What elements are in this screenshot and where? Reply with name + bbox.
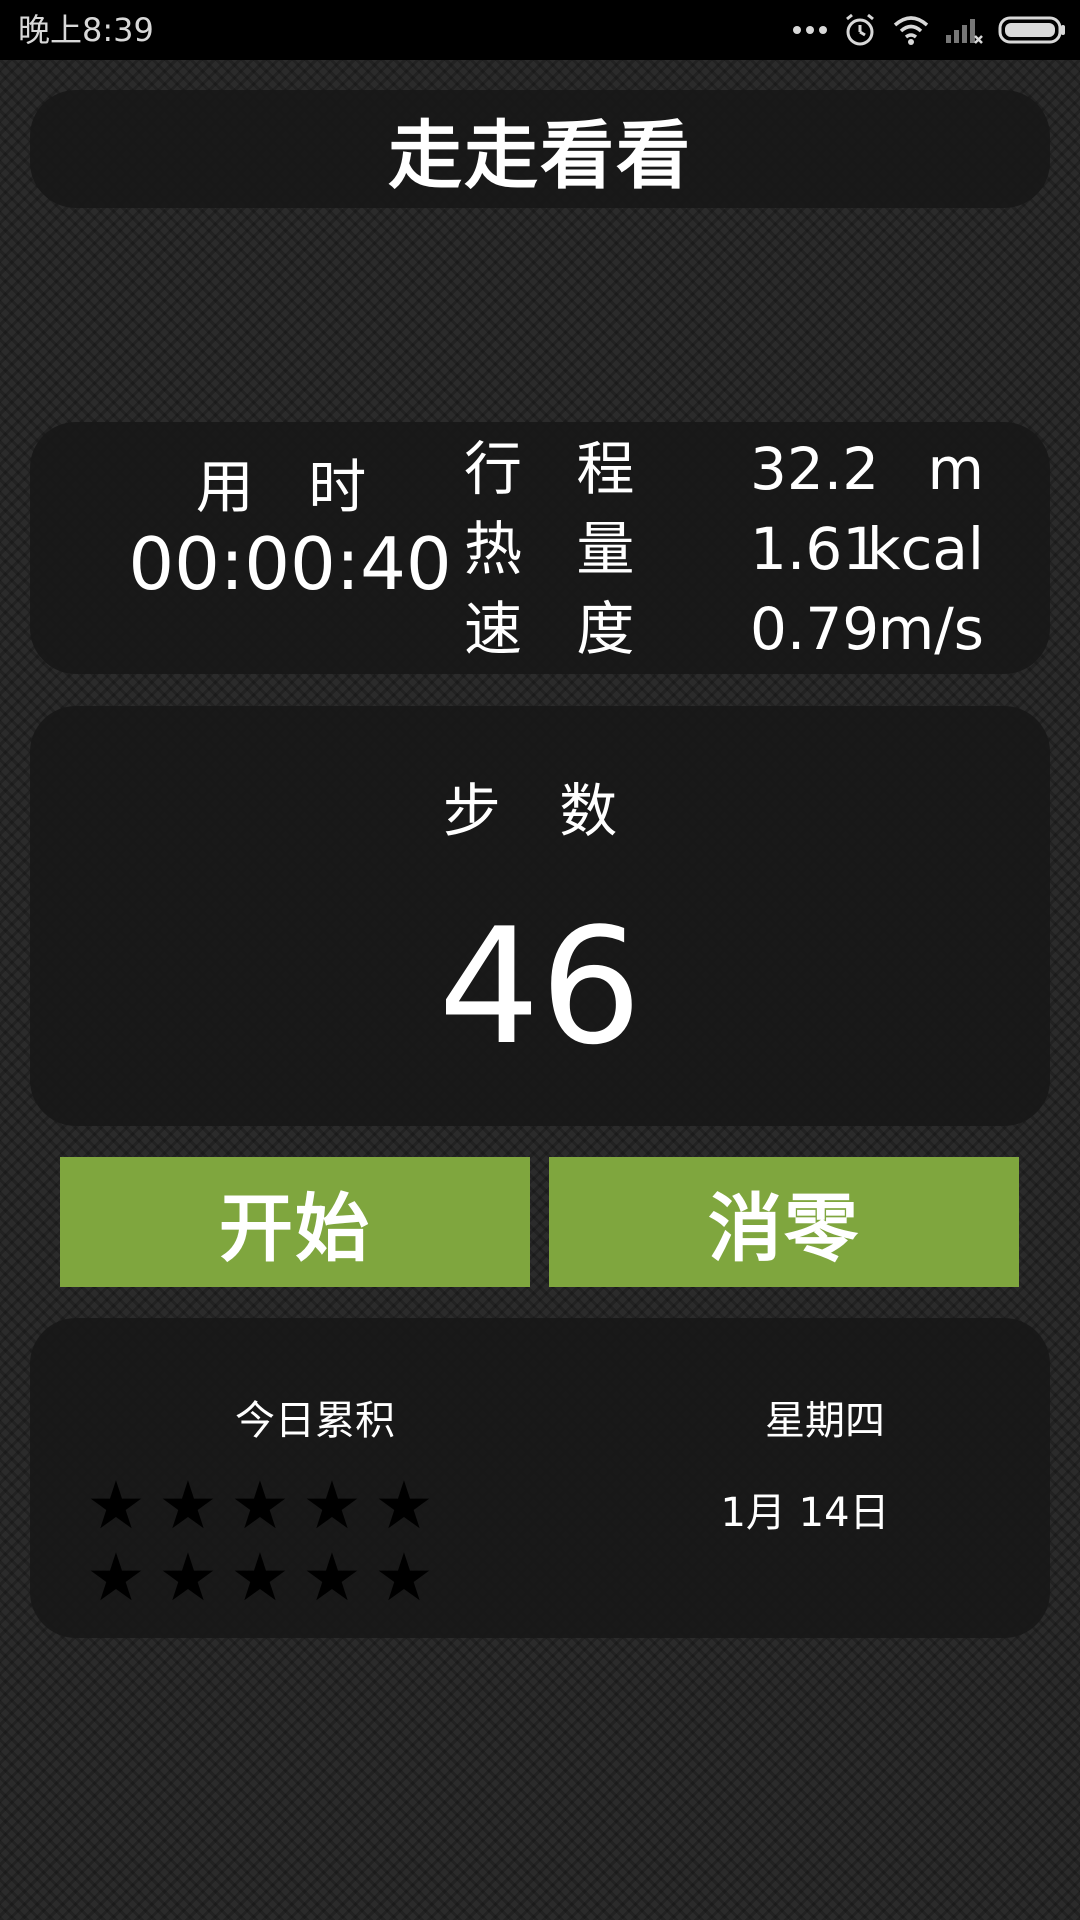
star-icon: ★ — [86, 1539, 146, 1616]
star-icon: ★ — [302, 1539, 362, 1616]
distance-label: 行 程 — [464, 435, 653, 503]
star-row: ★ ★ ★ ★ ★ — [80, 1470, 460, 1542]
time-label: 用 时 — [195, 453, 385, 521]
distance-value: 32.2 — [750, 435, 880, 503]
speed-row: 速 度 0.79 m/s — [434, 590, 994, 668]
alarm-icon — [842, 12, 878, 48]
star-rating: ★ ★ ★ ★ ★ ★ ★ ★ ★ ★ — [80, 1470, 460, 1614]
time-value: 00:00:40 — [128, 522, 452, 606]
wifi-icon — [892, 14, 930, 46]
weekday-label: 星期四 — [765, 1398, 885, 1444]
today-total-label: 今日累积 — [235, 1398, 395, 1444]
star-row: ★ ★ ★ ★ ★ — [80, 1542, 460, 1614]
star-icon: ★ — [158, 1539, 218, 1616]
star-icon: ★ — [374, 1539, 434, 1616]
reset-button[interactable]: 消零 — [549, 1157, 1019, 1287]
calories-label: 热 量 — [464, 515, 653, 583]
date-label: 1月 14日 — [720, 1490, 890, 1536]
speed-unit: m/s — [877, 595, 984, 663]
status-time: 晚上8:39 — [18, 11, 154, 49]
signal-icon — [944, 15, 984, 45]
star-icon: ★ — [230, 1539, 290, 1616]
calories-row: 热 量 1.61 kcal — [434, 510, 994, 588]
distance-unit: m — [927, 435, 985, 503]
status-bar: 晚上8:39 — [0, 0, 1080, 60]
summary-panel: 今日累积 星期四 1月 14日 ★ ★ ★ ★ ★ ★ ★ ★ ★ ★ — [30, 1318, 1050, 1638]
status-icons — [792, 10, 1066, 50]
start-button[interactable]: 开始 — [60, 1157, 530, 1287]
star-icon: ★ — [158, 1467, 218, 1544]
calories-value: 1.61 — [750, 515, 880, 583]
star-icon: ★ — [302, 1467, 362, 1544]
more-dots-icon — [792, 24, 828, 36]
speed-label: 速 度 — [464, 595, 653, 663]
app-title: 走走看看 — [388, 112, 692, 199]
steps-label: 步 数 — [442, 777, 638, 845]
steps-panel: 步 数 46 — [30, 706, 1050, 1126]
distance-row: 行 程 32.2 m — [434, 430, 994, 508]
star-icon: ★ — [230, 1467, 290, 1544]
battery-icon — [998, 15, 1066, 45]
star-icon: ★ — [374, 1467, 434, 1544]
steps-value: 46 — [438, 893, 642, 1080]
speed-value: 0.79 — [750, 595, 880, 663]
title-panel: 走走看看 — [30, 90, 1050, 208]
star-icon: ★ — [86, 1467, 146, 1544]
calories-unit: kcal — [866, 515, 984, 583]
